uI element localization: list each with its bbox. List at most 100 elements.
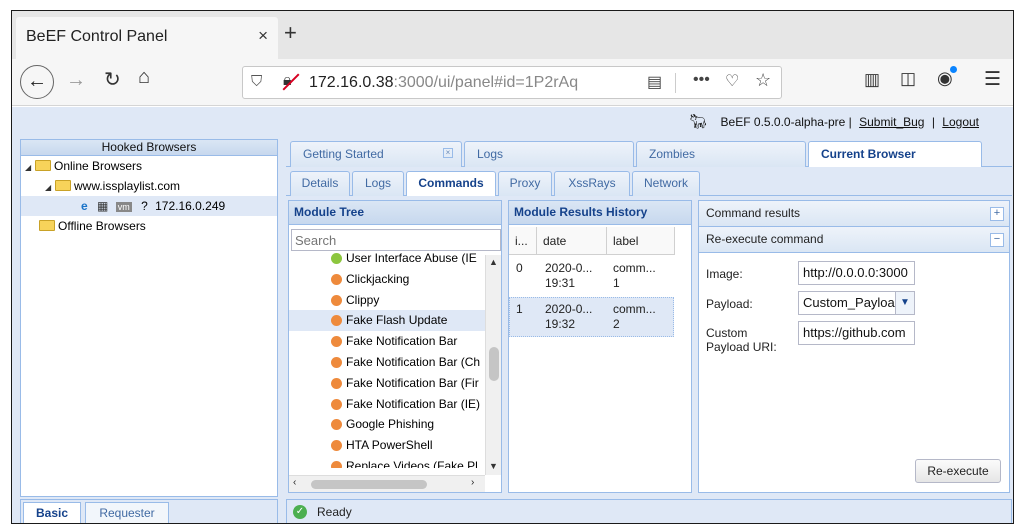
list-item[interactable]: Fake Notification Bar (IE) (289, 394, 485, 415)
status-bullet-icon (331, 315, 342, 327)
payload-select[interactable]: Custom_Payload ▼ (798, 291, 915, 315)
module-label: Google Phishing (346, 417, 435, 432)
expand-icon[interactable]: ◢ (25, 158, 35, 178)
vertical-scrollbar[interactable]: ▲ ▼ (485, 255, 501, 475)
tab-details[interactable]: Details (290, 171, 350, 196)
list-item[interactable]: Fake Notification Bar (Fir (289, 373, 485, 394)
tab-close-icon[interactable]: × (258, 26, 268, 46)
more-icon[interactable]: ••• (693, 71, 710, 89)
col-date[interactable]: date (537, 227, 607, 255)
submit-bug-link[interactable]: Submit_Bug (859, 115, 924, 129)
url-bar[interactable]: ⛉ 🔒︎ 172.16.0.38:3000/ui/panel#id=1P2rAq… (242, 66, 782, 99)
url-separator (675, 73, 676, 93)
browser-tab[interactable]: BeEF Control Panel × (16, 17, 278, 59)
menu-icon[interactable]: ☰ (984, 68, 1001, 91)
expand-icon[interactable]: + (990, 207, 1004, 221)
date-line: 2020-0... (545, 261, 593, 275)
list-item[interactable]: Fake Flash Update (289, 310, 485, 332)
new-tab-button[interactable]: + (284, 20, 297, 46)
insecure-lock-icon[interactable]: 🔒︎ (283, 72, 292, 90)
online-browsers-node[interactable]: ◢ Online Browsers (21, 156, 277, 176)
vm-icon: vm (115, 202, 132, 212)
reader-icon[interactable]: ▤ (647, 72, 662, 92)
main-tabs: Getting Started × Logs Zombies Current Br… (286, 139, 1012, 167)
logout-link[interactable]: Logout (942, 115, 979, 129)
module-label: Fake Notification Bar (Fir (346, 375, 479, 390)
ok-icon: ✓ (293, 505, 307, 519)
close-icon[interactable]: × (443, 148, 453, 158)
tab-current-browser[interactable]: Current Browser (808, 141, 982, 167)
tab-getting-started[interactable]: Getting Started × (290, 141, 462, 167)
col-id[interactable]: i... (509, 227, 537, 255)
browser-window: BeEF Control Panel × + ← → ↻ ⌂ ⛉ 🔒︎ 172.… (11, 10, 1014, 524)
hooked-browsers-title: Hooked Browsers (21, 140, 277, 156)
module-label: Clickjacking (346, 271, 410, 286)
pocket-icon[interactable]: ♡ (725, 71, 739, 91)
tab-commands[interactable]: Commands (406, 171, 496, 196)
list-item[interactable]: Fake Notification Bar (289, 331, 485, 352)
expand-icon[interactable]: ◢ (45, 178, 55, 198)
payload-uri-field[interactable]: https://github.com (798, 321, 915, 345)
offline-label: Offline Browsers (58, 219, 146, 233)
hooked-browsers-panel: Hooked Browsers ◢ Online Browsers ◢ www.is… (20, 139, 278, 497)
reexecute-button[interactable]: Re-execute (915, 459, 1001, 483)
list-item[interactable]: Clippy (289, 290, 485, 311)
row-label: comm... 2 (613, 302, 656, 332)
results-history-panel: Module Results History i... date label 0… (508, 200, 692, 493)
collapse-icon[interactable]: − (990, 233, 1004, 247)
shield-icon[interactable]: ⛉ (251, 73, 262, 90)
scroll-down-icon[interactable]: ▼ (489, 461, 498, 471)
command-results-header[interactable]: Command results + (699, 201, 1009, 227)
scroll-right-icon[interactable]: › (471, 477, 474, 488)
col-label[interactable]: label (607, 227, 675, 255)
tab-basic[interactable]: Basic (23, 502, 81, 523)
list-item[interactable]: Fake Notification Bar (Ch (289, 352, 485, 373)
reexecute-header[interactable]: Re-execute command − (699, 227, 1009, 253)
domain-node[interactable]: ◢ www.issplaylist.com (21, 176, 277, 196)
row-id: 0 (516, 261, 523, 275)
back-icon[interactable]: ← (20, 65, 54, 99)
ie-icon: e (81, 199, 88, 213)
list-item[interactable]: Google Phishing (289, 414, 485, 435)
reload-icon[interactable]: ↻ (104, 67, 121, 92)
list-item[interactable]: User Interface Abuse (IE (289, 248, 485, 269)
tab-requester[interactable]: Requester (85, 502, 169, 523)
account-icon[interactable]: ◉ (937, 66, 957, 89)
payload-value: Custom_Payload (803, 295, 902, 310)
offline-browsers-node[interactable]: Offline Browsers (21, 216, 277, 236)
hooked-browser-node[interactable]: e ▦ vm ? 172.16.0.249 (21, 196, 277, 216)
table-row[interactable]: 1 2020-0... 19:32 comm... 2 (509, 297, 674, 337)
tab-bar: BeEF Control Panel × + (12, 11, 1013, 59)
scroll-left-icon[interactable]: ‹ (293, 477, 296, 488)
module-label: Fake Notification Bar (346, 334, 458, 349)
forward-icon[interactable]: → (66, 69, 86, 92)
module-label: Fake Notification Bar (IE) (346, 396, 481, 411)
scroll-up-icon[interactable]: ▲ (489, 257, 498, 267)
library-icon[interactable]: ▥ (864, 70, 880, 90)
module-label: HTA PowerShell (346, 438, 433, 453)
folder-icon (55, 180, 71, 191)
uri-label: Custom Payload URI: (706, 326, 777, 354)
table-row[interactable]: 0 2020-0... 19:31 comm... 1 (509, 257, 674, 297)
tab-logs[interactable]: Logs (464, 141, 634, 167)
tab-network[interactable]: Network (632, 171, 700, 196)
tab-zombies[interactable]: Zombies (636, 141, 806, 167)
tab-proxy[interactable]: Proxy (498, 171, 552, 196)
status-bullet-icon (331, 336, 342, 348)
list-item[interactable]: HTA PowerShell (289, 435, 485, 456)
image-field[interactable]: http://0.0.0.0:3000 (798, 261, 915, 285)
list-item[interactable]: Replace Videos (Fake Pl (289, 456, 485, 468)
sidebar-icon[interactable]: ◫ (900, 69, 916, 89)
scroll-thumb-h[interactable] (311, 480, 427, 489)
tab-logs-sub[interactable]: Logs (352, 171, 404, 196)
url-text[interactable]: 172.16.0.38:3000/ui/panel#id=1P2rAq (309, 74, 609, 92)
chevron-down-icon[interactable]: ▼ (895, 292, 914, 314)
horizontal-scrollbar[interactable]: ‹ › (289, 475, 485, 492)
status-bullet-icon (331, 253, 342, 264)
star-icon[interactable]: ☆ (755, 70, 771, 91)
scroll-thumb[interactable] (489, 347, 499, 381)
tab-xssrays[interactable]: XssRays (554, 171, 630, 196)
list-item[interactable]: Clickjacking (289, 269, 485, 290)
host-label: 172.16.0.249 (155, 199, 226, 213)
home-icon[interactable]: ⌂ (138, 66, 150, 89)
